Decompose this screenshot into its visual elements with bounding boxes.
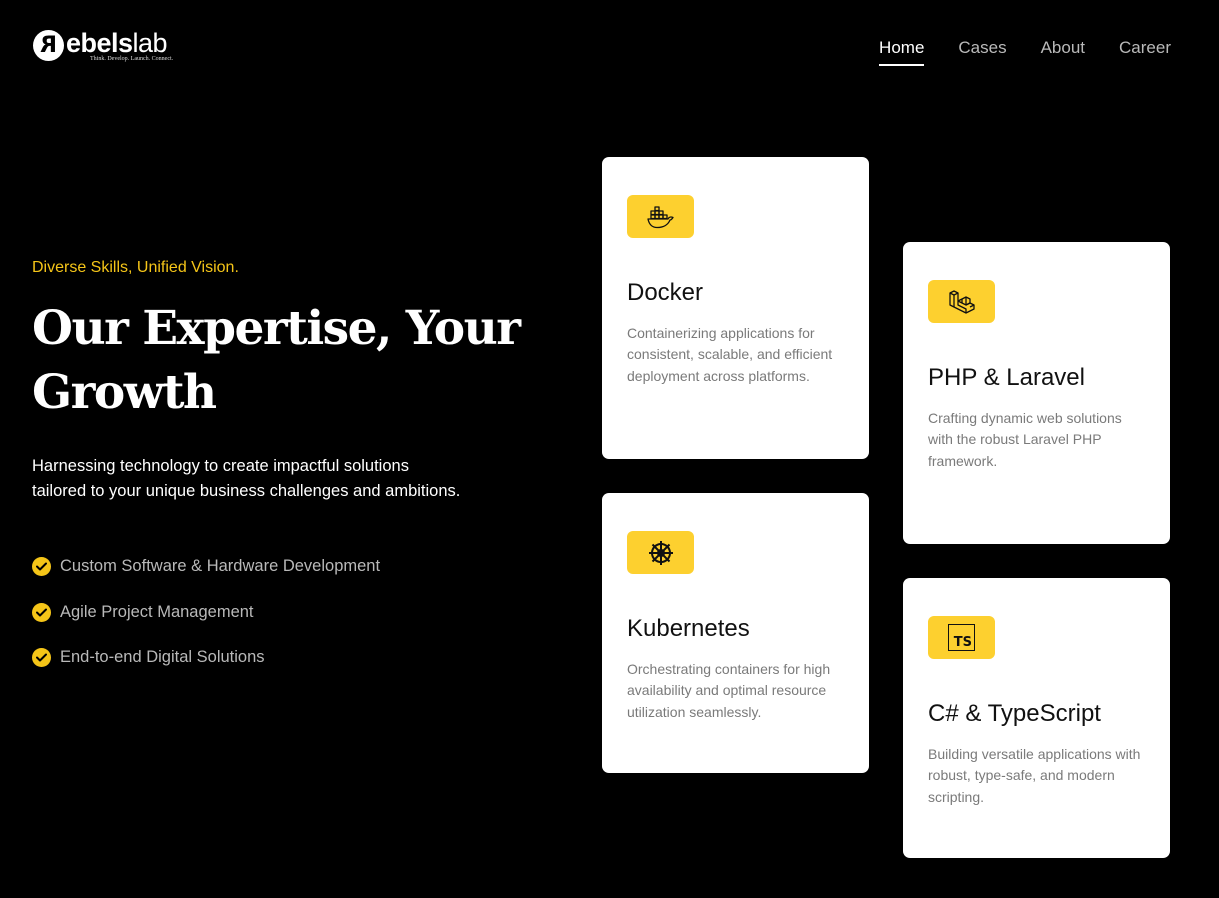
card-kubernetes: Kubernetes Orchestrating containers for …: [602, 493, 869, 773]
card-title: C# & TypeScript: [928, 700, 1101, 727]
logo-tagline: Think. Develop. Launch. Connect.: [90, 56, 174, 62]
feature-item: Custom Software & Hardware Development: [32, 555, 380, 578]
card-description: Crafting dynamic web solutions with the …: [928, 410, 1122, 469]
card-php-laravel: PHP & Laravel Crafting dynamic web solut…: [903, 242, 1170, 544]
logo-name: ebelslab: [66, 30, 173, 57]
nav-cases[interactable]: Cases: [958, 38, 1006, 66]
card-title: Docker: [627, 279, 704, 306]
hero-headline-line2: Growth: [32, 365, 217, 420]
card-docker: Docker Containerizing applications for c…: [602, 157, 869, 459]
check-icon: [32, 602, 51, 622]
hero-headline: Our Expertise, Your Growth: [32, 297, 552, 425]
feature-item: Agile Project Management: [32, 601, 380, 624]
typescript-icon: TS: [928, 616, 995, 659]
card-description: Building versatile applications with rob…: [928, 746, 1141, 805]
feature-label: Agile Project Management: [60, 602, 254, 621]
docker-icon: [627, 195, 694, 238]
card-description: Containerizing applications for consiste…: [627, 325, 833, 384]
card-title: Kubernetes: [627, 615, 750, 642]
hero-subtext-line2: tailored to your unique business challen…: [32, 482, 461, 500]
logo-name-bold: ebels: [66, 28, 133, 58]
page: R ebelslab Think. Develop. Launch. Conne…: [0, 0, 1219, 898]
hero-subtext: Harnessing technology to create impactfu…: [32, 454, 502, 504]
card-title: PHP & Laravel: [928, 364, 1085, 391]
check-icon: [32, 648, 51, 667]
hero-eyebrow: Diverse Skills, Unified Vision.: [32, 259, 239, 276]
card-description: Orchestrating containers for high availa…: [627, 661, 831, 720]
check-icon: [32, 557, 51, 576]
nav-home[interactable]: Home: [879, 38, 925, 66]
feature-label: End-to-end Digital Solutions: [60, 648, 265, 666]
logo-mark: R: [33, 30, 64, 61]
feature-item: End-to-end Digital Solutions: [32, 646, 380, 669]
laravel-icon: [928, 280, 995, 323]
logo-name-light: lab: [132, 28, 168, 58]
feature-list: Custom Software & Hardware Development A…: [32, 555, 380, 692]
main-nav: Home Cases About Career: [845, 38, 1171, 66]
hero-subtext-line1: Harnessing technology to create impactfu…: [32, 457, 409, 475]
hero-headline-line1: Our Expertise, Your: [32, 301, 521, 356]
nav-about[interactable]: About: [1041, 38, 1085, 66]
logo[interactable]: R ebelslab Think. Develop. Launch. Conne…: [33, 30, 173, 62]
card-csharp-typescript: TS C# & TypeScript Building versatile ap…: [903, 578, 1170, 858]
kubernetes-icon: [627, 531, 694, 574]
feature-label: Custom Software & Hardware Development: [60, 557, 381, 575]
nav-career[interactable]: Career: [1119, 38, 1171, 66]
typescript-icon-label: TS: [948, 624, 975, 651]
logo-text: ebelslab Think. Develop. Launch. Connect…: [66, 30, 174, 63]
